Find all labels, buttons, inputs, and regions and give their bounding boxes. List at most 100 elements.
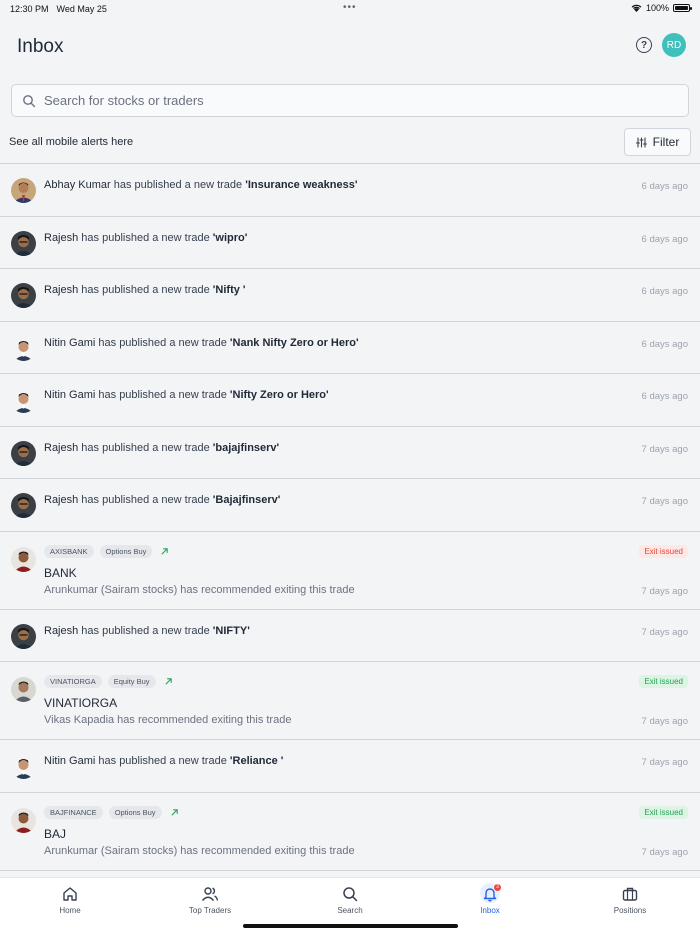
- timestamp: 7 days ago: [641, 716, 688, 727]
- timestamp: 7 days ago: [641, 757, 688, 768]
- inbox-list[interactable]: Abhay Kumar has published a new trade 'I…: [0, 163, 700, 877]
- trader-avatar[interactable]: [11, 493, 36, 518]
- list-item[interactable]: Nitin Gami has published a new trade 'Ni…: [0, 374, 700, 427]
- tab-inbox[interactable]: 3 Inbox: [450, 883, 530, 915]
- trade-symbol: BANK: [44, 565, 77, 580]
- list-item[interactable]: Nitin Gami has published a new trade 'Na…: [0, 321, 700, 374]
- filter-icon: [635, 136, 647, 148]
- list-item[interactable]: Rajesh has published a new trade 'bajajf…: [0, 426, 700, 479]
- battery-icon: [673, 4, 692, 12]
- trader-avatar[interactable]: [11, 283, 36, 308]
- tab-label: Search: [337, 906, 363, 915]
- wifi-icon: [631, 4, 642, 12]
- stock-chip[interactable]: AXISBANK: [44, 544, 94, 558]
- tab-label: Top Traders: [188, 906, 232, 915]
- timestamp: 7 days ago: [641, 626, 688, 638]
- page-header: Inbox ? RD: [0, 17, 700, 77]
- arrow-up-right-icon: [161, 547, 169, 555]
- recommendation-text: Arunkumar (Sairam stocks) has recommende…: [44, 844, 355, 857]
- notification-text: Rajesh has published a new trade 'bajajf…: [44, 441, 280, 454]
- list-item[interactable]: Rajesh has published a new trade 'NIFTY'…: [0, 609, 700, 662]
- timestamp: 7 days ago: [641, 585, 688, 597]
- trader-avatar[interactable]: [11, 754, 36, 779]
- trader-avatar[interactable]: [11, 178, 36, 203]
- notification-text: Rajesh has published a new trade 'wipro': [44, 231, 248, 244]
- trade-chips: AXISBANK Options Buy: [44, 544, 169, 558]
- tab-label: Inbox: [480, 906, 500, 915]
- timestamp: 6 days ago: [641, 286, 688, 297]
- notification-text: Nitin Gami has published a new trade 'Na…: [44, 336, 359, 349]
- trader-avatar[interactable]: [11, 547, 36, 572]
- tab-label: Home: [59, 906, 81, 915]
- trader-avatar[interactable]: [11, 388, 36, 413]
- notification-text: Nitin Gami has published a new trade 'Ni…: [44, 389, 329, 401]
- status-bar: 12:30 PM Wed May 25 ••• 100%: [0, 0, 700, 17]
- trade-chips: VINATIORGA Equity Buy: [44, 675, 173, 688]
- recommendation-item[interactable]: VINATIORGA Equity Buy Exit issued VINATI…: [0, 662, 700, 740]
- trader-avatar[interactable]: [11, 808, 36, 833]
- tab-positions[interactable]: Positions: [590, 886, 670, 915]
- timestamp: 6 days ago: [641, 233, 688, 245]
- list-item[interactable]: Rajesh has published a new trade 'wipro'…: [0, 216, 700, 269]
- list-item[interactable]: Rajesh has published a new trade 'Bajajf…: [0, 479, 700, 532]
- search-input[interactable]: [44, 93, 644, 108]
- users-icon: [201, 887, 219, 901]
- arrow-up-right-icon: [164, 678, 172, 685]
- status-time: 12:30 PM: [10, 3, 49, 14]
- user-avatar[interactable]: RD: [662, 33, 686, 57]
- tab-home[interactable]: Home: [30, 886, 110, 915]
- home-indicator: [243, 924, 458, 928]
- exit-issued-badge: Exit issued: [639, 805, 688, 819]
- tab-label: Positions: [613, 906, 647, 915]
- stock-chip[interactable]: BAJFINANCE: [44, 805, 103, 819]
- status-date: Wed May 25: [56, 3, 107, 14]
- list-item[interactable]: Nitin Gami has published a new trade 'Re…: [0, 740, 700, 793]
- trade-type-chip: Equity Buy: [107, 675, 156, 688]
- notification-text: Rajesh has published a new trade 'Bajajf…: [44, 494, 281, 506]
- battery-percent: 100%: [645, 3, 669, 13]
- timestamp: 6 days ago: [641, 181, 688, 192]
- alerts-hint: See all mobile alerts here: [9, 136, 134, 148]
- notification-text: Abhay Kumar has published a new trade 'I…: [44, 179, 358, 191]
- tab-search[interactable]: Search: [310, 886, 390, 915]
- exit-issued-badge: Exit issued: [639, 544, 688, 558]
- trader-avatar[interactable]: [11, 441, 36, 466]
- trader-avatar[interactable]: [11, 231, 36, 256]
- inbox-badge: 3: [494, 884, 501, 891]
- timestamp: 7 days ago: [641, 496, 688, 507]
- home-icon: [63, 887, 77, 901]
- trade-symbol: VINATIORGA: [44, 696, 118, 710]
- notification-text: Rajesh has published a new trade 'NIFTY': [44, 624, 250, 637]
- exit-issued-badge: Exit issued: [639, 675, 688, 688]
- recommendation-item[interactable]: BAJFINANCE Options Buy Exit issued BAJ A…: [0, 792, 700, 871]
- filter-button[interactable]: Filter: [624, 128, 691, 156]
- help-icon[interactable]: ?: [636, 37, 652, 53]
- list-item[interactable]: Rajesh has published a new trade 'Nifty …: [0, 269, 700, 322]
- timestamp: 6 days ago: [641, 391, 688, 402]
- trader-avatar[interactable]: [11, 336, 36, 361]
- timestamp: 6 days ago: [641, 338, 688, 350]
- recommendation-item[interactable]: AXISBANK Options Buy Exit issued BANK Ar…: [0, 531, 700, 610]
- recommendation-text: Arunkumar (Sairam stocks) has recommende…: [44, 583, 355, 596]
- notification-text: Rajesh has published a new trade 'Nifty …: [44, 284, 246, 296]
- notification-text: Nitin Gami has published a new trade 'Re…: [44, 755, 284, 767]
- search-bar[interactable]: [11, 84, 689, 117]
- trade-chips: BAJFINANCE Options Buy: [44, 805, 179, 819]
- recommendation-text: Vikas Kapadia has recommended exiting th…: [44, 714, 292, 726]
- briefcase-icon: [622, 887, 638, 901]
- filter-label: Filter: [652, 135, 680, 149]
- alerts-subbar: See all mobile alerts here Filter: [0, 127, 700, 157]
- trade-symbol: BAJ: [44, 826, 67, 841]
- trader-avatar[interactable]: [11, 677, 36, 702]
- stock-chip[interactable]: VINATIORGA: [44, 675, 102, 688]
- page-title: Inbox: [17, 36, 64, 57]
- trader-avatar[interactable]: [11, 624, 36, 649]
- multitask-dots-icon[interactable]: •••: [343, 3, 357, 13]
- timestamp: 7 days ago: [641, 443, 688, 455]
- list-item[interactable]: Abhay Kumar has published a new trade 'I…: [0, 164, 700, 217]
- search-icon: [343, 887, 358, 902]
- timestamp: 7 days ago: [641, 846, 688, 858]
- arrow-up-right-icon: [170, 808, 178, 816]
- trade-type-chip: Options Buy: [108, 805, 162, 819]
- tab-top-traders[interactable]: Top Traders: [170, 886, 250, 915]
